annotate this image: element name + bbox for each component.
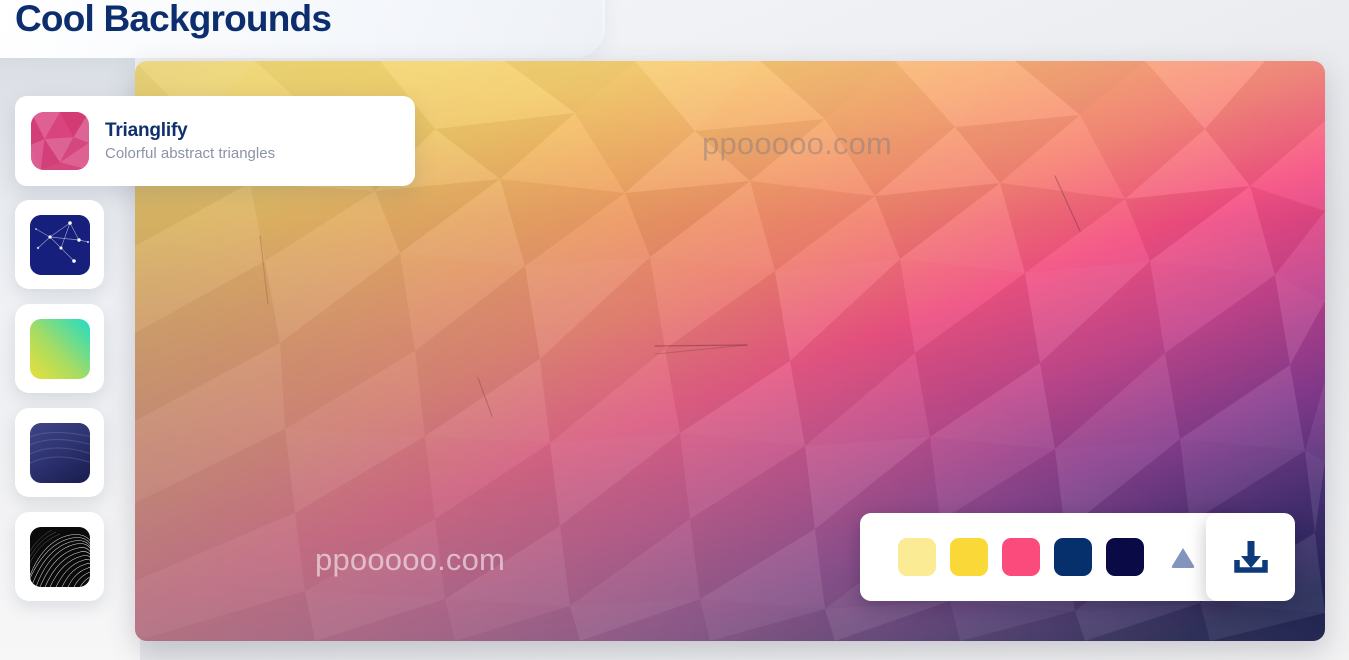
generator-sidebar <box>15 200 104 601</box>
sidebar-item-fog[interactable] <box>15 408 104 497</box>
color-swatch-midnight-navy[interactable] <box>1106 538 1144 576</box>
fog-mesh-icon <box>29 422 90 483</box>
download-icon <box>1233 541 1268 573</box>
page-title: Cool Backgrounds <box>15 0 332 39</box>
color-swatch-pale-yellow[interactable] <box>898 538 936 576</box>
sidebar-item-particles[interactable] <box>15 200 104 289</box>
color-swatch-pink[interactable] <box>1002 538 1040 576</box>
generator-info: Trianglify Colorful abstract triangles <box>105 120 275 162</box>
color-swatch-navy-blue[interactable] <box>1054 538 1092 576</box>
generator-description: Colorful abstract triangles <box>105 145 276 162</box>
sidebar-item-gradient[interactable] <box>15 304 104 393</box>
trianglify-thumbnail-icon <box>31 112 89 170</box>
selected-generator-card[interactable]: Trianglify Colorful abstract triangles <box>15 96 415 186</box>
triangle-icon[interactable] <box>1168 542 1198 572</box>
sidebar-item-topography[interactable] <box>15 512 104 601</box>
constellation-network-icon <box>29 214 90 275</box>
download-button[interactable] <box>1206 513 1295 601</box>
topography-lines-icon <box>29 526 90 587</box>
gradient-swatch-icon <box>29 318 90 379</box>
color-swatch-yellow[interactable] <box>950 538 988 576</box>
generator-name: Trianglify <box>105 120 188 141</box>
color-palette-toolbar <box>860 513 1236 601</box>
